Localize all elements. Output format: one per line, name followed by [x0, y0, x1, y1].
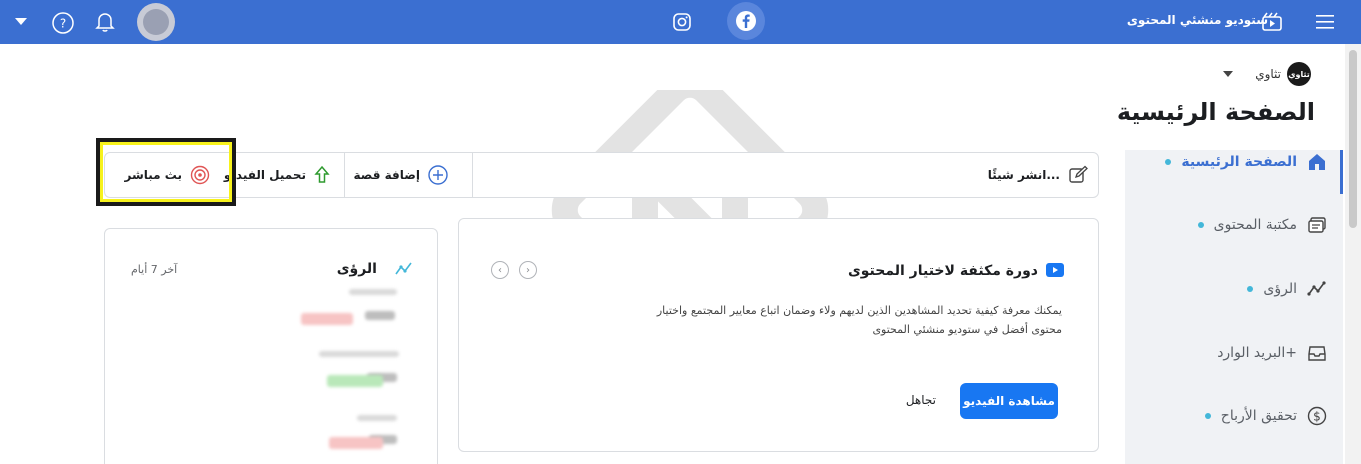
course-card: دورة مكثفة لاختيار المحتوى › ‹ يمكنك معر… [458, 218, 1099, 452]
metric-label [349, 289, 397, 295]
help-icon[interactable]: ? [51, 11, 74, 34]
upload-icon [314, 165, 330, 183]
page-title: الصفحة الرئيسية [1116, 98, 1315, 126]
ignore-button[interactable]: تجاهل [906, 393, 936, 407]
sidebar-item-label: تحقيق الأرباح [1220, 408, 1297, 424]
divider [344, 153, 345, 197]
insights-title: الرؤى [336, 261, 377, 277]
scrollbar[interactable] [1345, 44, 1361, 464]
sidebar-item-insights[interactable]: الرؤى [1247, 279, 1327, 299]
sidebar-item-monetization[interactable]: $ تحقيق الأرباح [1204, 406, 1327, 426]
post-something-button[interactable]: انشر شيئًا... [988, 153, 1088, 197]
course-title: دورة مكثفة لاختيار المحتوى [847, 263, 1038, 279]
avatar[interactable] [137, 3, 175, 41]
add-story-button[interactable]: إضافة قصة [354, 153, 449, 197]
sidebar-item-home[interactable]: الصفحة الرئيسية [1165, 152, 1327, 172]
inbox-icon [1308, 346, 1326, 361]
caret-down-icon [1223, 71, 1234, 77]
action-bar: انشر شيئًا... إضافة قصة تحميل الفيديو بث… [104, 152, 1099, 198]
scrollbar-thumb[interactable] [1349, 50, 1357, 228]
insights-icon [1307, 281, 1326, 296]
instagram-icon[interactable] [672, 12, 692, 32]
metric-value [365, 311, 395, 320]
menu-icon[interactable] [1314, 12, 1336, 32]
metric-change [327, 375, 383, 387]
insights-icon [395, 262, 412, 275]
notification-dot [1165, 159, 1172, 165]
next-arrow-icon[interactable]: › [519, 261, 537, 279]
active-indicator [1340, 150, 1343, 194]
sidebar-item-library[interactable]: مكتبة المحتوى [1197, 215, 1327, 235]
top-bar: ستوديو منشئي المحتوى ? [0, 0, 1361, 44]
insights-card: الرؤى آخر 7 أيام [104, 228, 438, 464]
sidebar-item-inbox[interactable]: البريد الوارد+ [1217, 343, 1327, 363]
prev-arrow-icon[interactable]: ‹ [491, 261, 509, 279]
metric-change [329, 437, 383, 449]
library-icon [1308, 217, 1326, 233]
edit-icon [1069, 165, 1088, 183]
notification-dot [1197, 222, 1204, 228]
post-something-label: انشر شيئًا... [987, 168, 1060, 182]
course-description: يمكنك معرفة كيفية تحديد المشاهدين الذين … [656, 304, 1062, 336]
sidebar-item-label: الصفحة الرئيسية [1181, 154, 1297, 170]
notification-dot [1247, 286, 1254, 292]
divider [472, 153, 473, 197]
svg-text:$: $ [1313, 410, 1321, 424]
metric-label [319, 351, 399, 357]
dollar-icon: $ [1307, 406, 1327, 426]
watch-video-button[interactable]: مشاهدة الفيديو [960, 383, 1058, 419]
sidebar-item-label: مكتبة المحتوى [1213, 217, 1297, 233]
notification-dot [1204, 413, 1211, 419]
sidebar-item-label: البريد الوارد+ [1217, 345, 1297, 361]
upload-video-button[interactable]: تحميل الفيديو [224, 153, 330, 197]
account-logo: تثاوي [1287, 62, 1311, 86]
facebook-icon[interactable] [727, 2, 765, 40]
highlight-frame-inner [100, 142, 232, 202]
upload-video-label: تحميل الفيديو [223, 168, 306, 182]
sidebar-item-label: الرؤى [1263, 281, 1297, 297]
sidebar: الصفحة الرئيسية مكتبة المحتوى الرؤى البر… [1125, 150, 1343, 464]
svg-text:?: ? [59, 16, 65, 30]
bell-icon[interactable] [94, 11, 116, 33]
video-play-icon [1046, 263, 1064, 277]
brand-label: ستوديو منشئي المحتوى [1126, 13, 1268, 27]
metric-label [357, 415, 397, 421]
home-icon [1309, 154, 1325, 170]
insights-period: آخر 7 أيام [131, 263, 178, 276]
plus-circle-icon [428, 165, 448, 185]
metric-change [301, 313, 353, 325]
account-name: تثاوي [1255, 67, 1281, 81]
caret-down-icon[interactable] [14, 16, 28, 26]
add-story-label: إضافة قصة [353, 168, 421, 182]
account-switcher[interactable]: تثاوي تثاوي [1223, 62, 1311, 86]
